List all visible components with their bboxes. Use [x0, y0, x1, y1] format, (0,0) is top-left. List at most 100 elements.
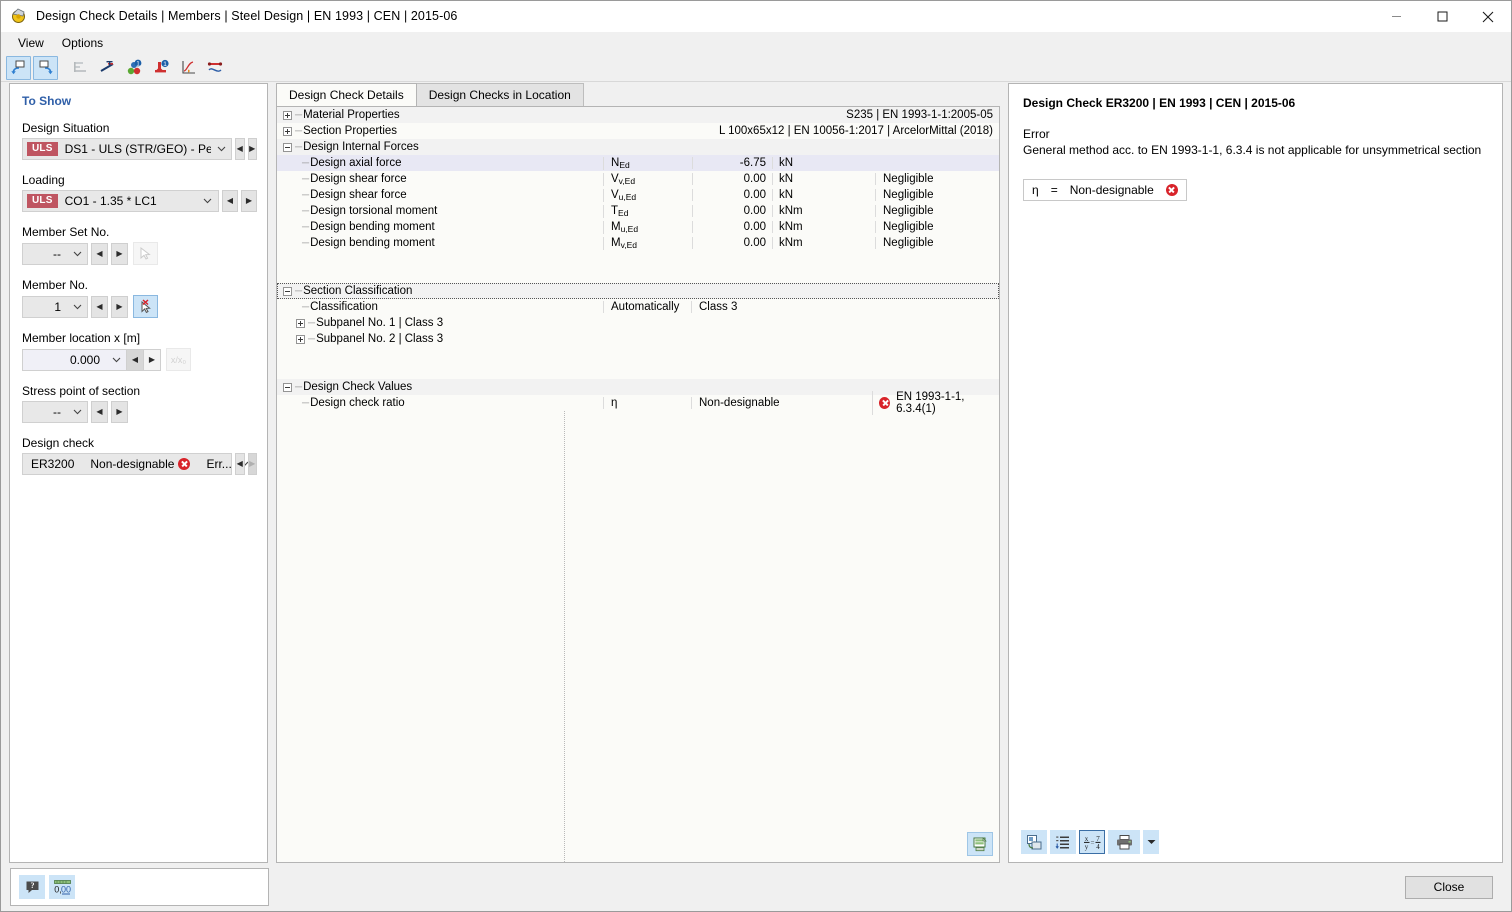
row-value: 0.00: [692, 173, 772, 185]
expand-icon[interactable]: [296, 334, 305, 344]
member-set-no-row: -- ◀ ▶: [22, 242, 257, 265]
window-title: Design Check Details | Members | Steel D…: [36, 9, 458, 23]
close-window-button[interactable]: [1465, 1, 1511, 32]
chevron-down-icon[interactable]: [67, 304, 87, 310]
member-location-row: 0.000 ◀ ▶ x/x₀: [22, 348, 257, 371]
design-check-prev-button[interactable]: ◀: [235, 453, 245, 475]
row-symbol: Vv,Ed: [603, 172, 692, 186]
table-row[interactable]: ─ Classification Automatically Class 3: [277, 299, 999, 315]
row-label: Design check ratio: [310, 397, 405, 409]
collapse-icon[interactable]: [283, 382, 292, 392]
x-over-x0-label: x/x₀: [170, 354, 187, 365]
details-table: ─ Material Properties S235 | EN 1993-1-1…: [276, 106, 1000, 863]
design-situation-select[interactable]: ULS DS1 - ULS (STR/GEO) - Perm...: [22, 138, 232, 160]
status-left-group: ? 0, 00: [10, 868, 269, 906]
table-row[interactable]: ─ Subpanel No. 2 | Class 3: [277, 331, 999, 347]
member-result-icon[interactable]: [203, 56, 228, 80]
chevron-down-icon[interactable]: [198, 198, 218, 204]
loading-prev-button[interactable]: ◀: [221, 190, 238, 212]
formula-value: Non-designable: [1069, 183, 1154, 197]
design-situation-prev-button[interactable]: ◀: [235, 138, 245, 160]
member-location-prev-button[interactable]: ◀: [127, 348, 144, 371]
row-value: 0.00: [692, 189, 772, 201]
materials-info-icon[interactable]: 1: [122, 56, 147, 80]
minimize-button[interactable]: [1373, 1, 1419, 32]
member-pick-icon[interactable]: [133, 295, 158, 318]
redo-arrow-icon[interactable]: [33, 55, 58, 80]
table-row[interactable]: ─ Section Properties L 100x65x12 | EN 10…: [277, 123, 999, 139]
table-row[interactable]: ─ Material Properties S235 | EN 1993-1-1…: [277, 107, 999, 123]
copy-to-report-icon[interactable]: [1021, 830, 1047, 854]
section-profile-icon[interactable]: [95, 56, 120, 80]
loads-info-icon[interactable]: 1: [149, 56, 174, 80]
expand-icon[interactable]: [283, 126, 292, 136]
chevron-down-icon[interactable]: [67, 251, 87, 257]
menu-options[interactable]: Options: [53, 33, 112, 53]
design-check-code: ER3200: [31, 457, 75, 471]
table-row[interactable]: ─ Design axial force NEd -6.75 kN: [277, 155, 999, 171]
member-set-no-prev-button[interactable]: ◀: [91, 242, 108, 265]
formula-symbol: η: [1032, 183, 1039, 197]
stress-point-next-button[interactable]: ▶: [111, 401, 128, 423]
expand-icon[interactable]: [283, 110, 292, 120]
print-dropdown-caret-icon[interactable]: [1143, 830, 1159, 854]
table-row[interactable]: ─ Design shear force Vv,Ed 0.00 kN Neglig…: [277, 171, 999, 187]
undo-arrow-icon[interactable]: [6, 55, 31, 80]
table-row[interactable]: ─ Subpanel No. 1 | Class 3: [277, 315, 999, 331]
member-location-value: 0.000: [69, 352, 100, 367]
relative-location-toggle[interactable]: x/x₀: [166, 348, 191, 371]
table-row[interactable]: ─ Design shear force Vu,Ed 0.00 kN Neglig…: [277, 187, 999, 203]
details-tree: ─ Material Properties S235 | EN 1993-1-1…: [277, 107, 999, 415]
loading-next-button[interactable]: ▶: [240, 190, 257, 212]
member-location-next-button[interactable]: ▶: [144, 348, 161, 371]
member-no-next-button[interactable]: ▶: [111, 295, 128, 318]
stress-point-select[interactable]: --: [22, 401, 88, 423]
member-set-pick-icon: [133, 242, 158, 265]
print-icon[interactable]: [1108, 830, 1140, 854]
menu-view[interactable]: View: [9, 33, 53, 53]
tab-design-check-details[interactable]: Design Check Details: [276, 83, 417, 106]
formula-fraction-icon[interactable]: x y = 7 4: [1079, 830, 1105, 854]
row-symbol: TEd: [603, 204, 692, 218]
numbering-icon[interactable]: [1050, 830, 1076, 854]
loading-value: CO1 - 1.35 * LC1: [64, 194, 157, 208]
member-set-no-next-button[interactable]: ▶: [111, 242, 128, 265]
help-balloon-icon[interactable]: ?: [19, 875, 45, 899]
row-label: Section Properties: [303, 125, 398, 137]
loading-select[interactable]: ULS CO1 - 1.35 * LC1: [22, 190, 219, 212]
stress-point-prev-button[interactable]: ◀: [91, 401, 108, 423]
title-bar: Design Check Details | Members | Steel D…: [1, 1, 1511, 32]
member-set-no-select[interactable]: --: [22, 242, 88, 265]
member-no-select[interactable]: 1: [22, 295, 88, 318]
table-row[interactable]: ─ Design Internal Forces: [277, 139, 999, 155]
table-row[interactable]: ─ Section Classification: [277, 283, 999, 299]
expand-icon[interactable]: [296, 318, 305, 328]
collapse-icon[interactable]: [283, 142, 292, 152]
diagram-curve-icon[interactable]: [176, 56, 201, 80]
table-row[interactable]: ─ Design torsional moment TEd 0.00 kNm Ne…: [277, 203, 999, 219]
member-no-prev-button[interactable]: ◀: [91, 295, 108, 318]
formula-equals: =: [1050, 183, 1058, 197]
design-check-select[interactable]: ER3200 Non-designable Err...: [22, 453, 249, 475]
tab-bar: Design Check Details Design Checks in Lo…: [276, 83, 1000, 106]
chevron-down-icon[interactable]: [106, 357, 126, 363]
maximize-button[interactable]: [1419, 1, 1465, 32]
collapse-icon[interactable]: [283, 286, 292, 296]
design-check-next-button[interactable]: ▶: [247, 453, 257, 475]
chevron-down-icon[interactable]: [211, 146, 231, 152]
table-row[interactable]: ─ Design bending moment Mu,Ed 0.00 kNm Ne…: [277, 219, 999, 235]
units-decimal-icon[interactable]: 0, 00: [49, 875, 75, 899]
member-location-input[interactable]: 0.000: [22, 348, 127, 371]
tree-dash: ─: [295, 285, 302, 297]
chevron-down-icon[interactable]: [67, 409, 87, 415]
table-row[interactable]: ─ Design check ratio η Non-designable EN …: [277, 391, 999, 415]
row-unit: kNm: [772, 205, 820, 217]
close-button[interactable]: Close: [1405, 875, 1493, 899]
error-icon: [879, 397, 891, 409]
export-table-icon[interactable]: [967, 832, 993, 856]
loading-label: Loading: [22, 173, 65, 187]
design-situation-next-button[interactable]: ▶: [247, 138, 257, 160]
row-label: Section Classification: [303, 285, 413, 297]
table-row[interactable]: ─ Design bending moment Mv,Ed 0.00 kNm Ne…: [277, 235, 999, 251]
tab-design-checks-in-location[interactable]: Design Checks in Location: [415, 83, 584, 106]
